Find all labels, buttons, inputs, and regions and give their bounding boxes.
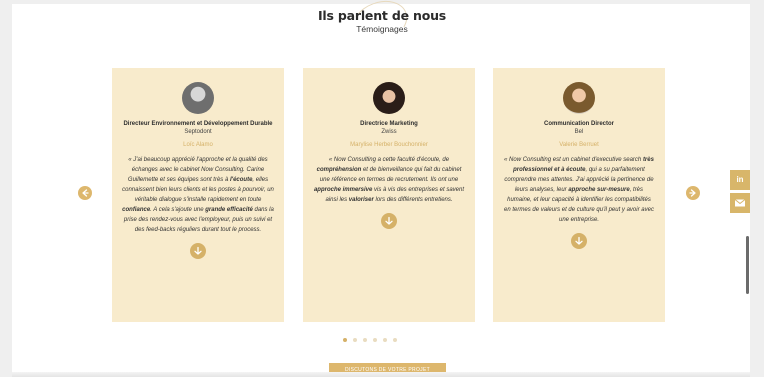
quote-highlight: confiance [122, 207, 151, 214]
read-more-button[interactable] [571, 233, 587, 250]
arrow-down-icon [194, 247, 202, 256]
read-more-button[interactable] [190, 243, 206, 260]
testimonial-role: Communication Director [543, 121, 614, 127]
quote-highlight: valoriser [348, 197, 374, 204]
quote-highlight: approche immersive [313, 187, 373, 194]
avatar [182, 82, 214, 114]
testimonial-company: Bel [574, 129, 584, 136]
avatar [563, 82, 595, 114]
testimonial-card: Directeur Environnement et Développement… [112, 68, 284, 322]
mail-icon [734, 199, 746, 207]
quote-highlight: l'écoute [229, 177, 253, 184]
testimonial-role: Directrice Marketing [360, 121, 418, 127]
quote-text: « Now Consulting est un cabinet d'execut… [504, 157, 643, 164]
arrow-down-icon [575, 237, 583, 246]
testimonial-company: Zwiss [381, 129, 397, 136]
linkedin-button[interactable]: in [730, 170, 750, 190]
arrow-down-icon [385, 217, 393, 226]
carousel-dot[interactable] [373, 338, 377, 342]
carousel-dot[interactable] [343, 338, 347, 342]
linkedin-icon: in [736, 175, 744, 184]
quote-text: . A cela s'ajoute une [150, 207, 206, 214]
testimonial-company: Septodont [184, 129, 212, 136]
carousel-pagination [343, 338, 397, 342]
quote-highlight: grande efficacité [205, 207, 253, 214]
testimonial-quote: « Now Consulting a cette faculté d'écout… [313, 155, 465, 205]
carousel-next-button[interactable] [686, 186, 700, 200]
testimonial-quote: « Now Consulting est un cabinet d'execut… [503, 155, 655, 225]
quote-highlight: approche sur-mesure [568, 187, 630, 194]
testimonial-quote: « J'ai beaucoup apprécié l'approche et l… [122, 155, 274, 235]
carousel-dot[interactable] [393, 338, 397, 342]
quote-text: lors des différents entretiens. [373, 197, 453, 204]
testimonial-person: Valerie Berruet [559, 142, 599, 149]
testimonial-person: Loïc Alamo [183, 142, 213, 149]
arrow-right-icon [689, 189, 696, 197]
carousel-dot[interactable] [363, 338, 367, 342]
carousel-prev-button[interactable] [78, 186, 92, 200]
avatar [373, 82, 405, 114]
section-subtitle: Témoignages [356, 24, 408, 34]
carousel-dot[interactable] [383, 338, 387, 342]
testimonial-person: Marylise Herber Bouchonnier [350, 142, 428, 149]
testimonial-role: Directeur Environnement et Développement… [123, 121, 273, 127]
testimonial-card: Directrice Marketing Zwiss Marylise Herb… [303, 68, 475, 322]
scrollbar[interactable] [746, 236, 749, 294]
testimonial-card: Communication Director Bel Valerie Berru… [493, 68, 665, 322]
arrow-left-icon [82, 189, 89, 197]
quote-text: « Now Consulting a cette faculté d'écout… [328, 157, 450, 164]
section-title: Ils parlent de nous [317, 8, 447, 23]
carousel-dot[interactable] [353, 338, 357, 342]
quote-highlight: compréhension [316, 167, 362, 174]
mail-button[interactable] [730, 193, 750, 213]
read-more-button[interactable] [381, 213, 397, 230]
divider [12, 372, 750, 377]
